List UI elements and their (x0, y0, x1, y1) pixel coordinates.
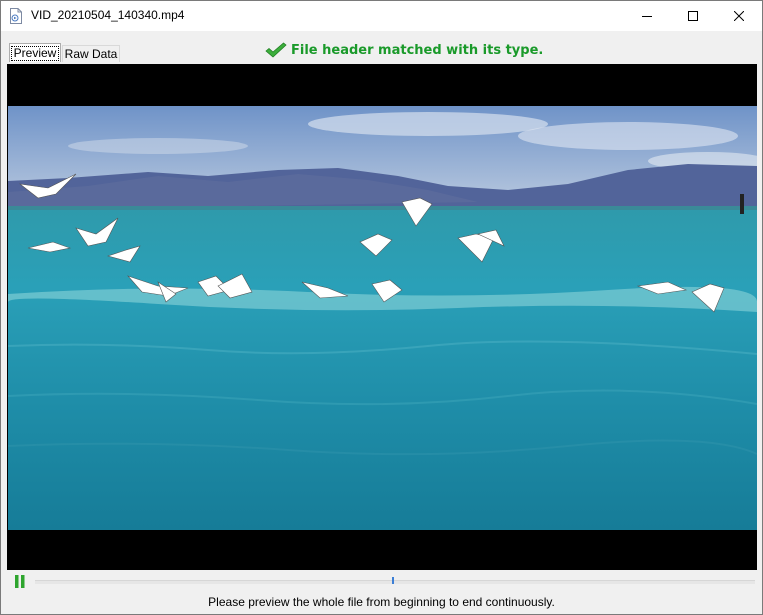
checkmark-icon (265, 42, 287, 58)
maximize-button[interactable] (670, 1, 716, 31)
tab-raw-data[interactable]: Raw Data (62, 45, 120, 62)
pause-icon (15, 575, 25, 588)
minimize-button[interactable] (624, 1, 670, 31)
preview-hint: Please preview the whole file from begin… (208, 595, 555, 609)
tab-preview-label: Preview (10, 45, 60, 61)
status-message: File header matched with its type. (291, 42, 544, 58)
playback-progress-marker[interactable] (392, 577, 394, 584)
header-status: File header matched with its type. (265, 41, 543, 59)
close-icon (734, 11, 744, 21)
title-bar[interactable]: VID_20210504_140340.mp4 (1, 1, 762, 31)
pause-button[interactable] (14, 575, 26, 588)
video-frame (8, 106, 757, 530)
maximize-icon (688, 11, 698, 21)
file-preview-window: VID_20210504_140340.mp4 Preview Raw Data… (0, 0, 763, 615)
file-icon (10, 8, 22, 24)
tab-preview[interactable]: Preview (9, 43, 61, 62)
minimize-icon (642, 16, 652, 17)
close-button[interactable] (716, 1, 762, 31)
window-title: VID_20210504_140340.mp4 (31, 8, 185, 22)
playback-progress-track[interactable] (35, 580, 755, 584)
tab-raw-data-label: Raw Data (64, 47, 118, 61)
video-preview[interactable] (7, 64, 757, 570)
